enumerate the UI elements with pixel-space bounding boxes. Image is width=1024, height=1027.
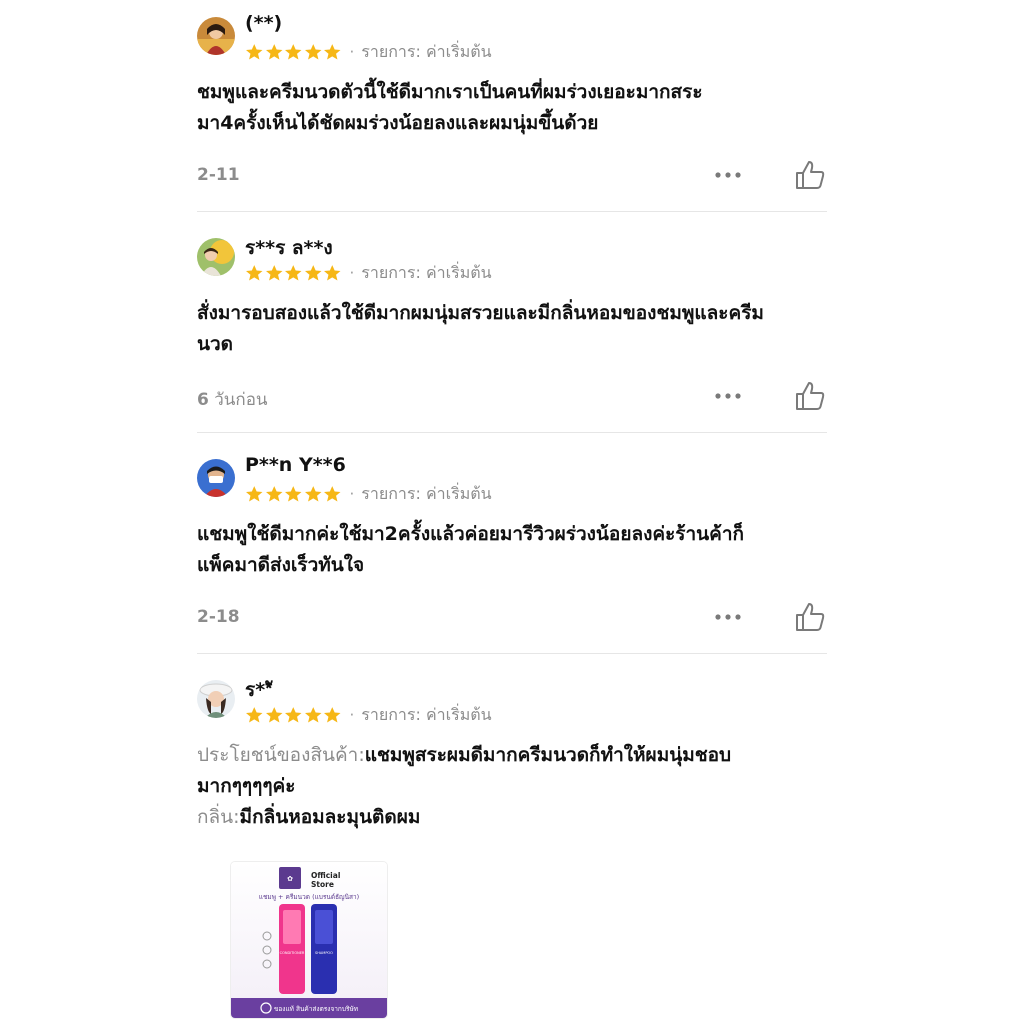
official-store-label: Official: [311, 871, 340, 880]
review-date: 2-11: [197, 165, 240, 185]
review-date-value: 2-11: [197, 165, 240, 185]
review-date-value: 2-18: [197, 607, 240, 627]
review-text-line: ประโยชน์ของสินค้า:แชมพูสระผมดีมากครีมนวด…: [197, 740, 827, 771]
review-date: 6 วันก่อน: [197, 386, 268, 413]
review-text-line: มา4ครั้งเห็นได้ชัดผมร่วงน้อยลงและผมนุ่มข…: [197, 112, 599, 134]
star-icon: [246, 485, 263, 502]
reviewer-username: P**n Y**6: [245, 454, 346, 476]
review-text-line: แพ็คมาดีส่งเร็วทันใจ: [197, 554, 365, 576]
variant-label: รายการ: ค่าเริ่มต้น: [361, 704, 492, 724]
star-icon: [304, 706, 321, 723]
review-text-line: สั่งมารอบสองแล้วใช้ดีมากผมนุ่มสรวยและมีก…: [197, 302, 764, 324]
star-icon: [265, 264, 282, 281]
star-icon: [304, 485, 321, 502]
svg-text:SHAMPOO: SHAMPOO: [315, 951, 333, 955]
svg-text:CONDITIONER: CONDITIONER: [280, 951, 305, 955]
reviewer-username: ร**ร ล**ง: [245, 237, 333, 259]
separator-dot: ·: [349, 43, 355, 61]
svg-text:ของแท้ สินค้าส่งตรงจากบริษัท: ของแท้ สินค้าส่งตรงจากบริษัท: [274, 1005, 358, 1013]
separator-dot: ·: [349, 706, 355, 724]
attribute-label: ประโยชน์ของสินค้า:: [197, 744, 365, 766]
star-icon: [324, 43, 341, 60]
star-icon: [246, 706, 263, 723]
review-date-suffix: วันก่อน: [208, 390, 268, 410]
star-rating: [245, 485, 342, 504]
review-text: แชมพูใช้ดีมากค่ะใช้มา2ครั้งแล้วค่อยมารีว…: [197, 519, 827, 581]
reviewer-avatar[interactable]: [197, 238, 235, 276]
star-icon: [285, 264, 302, 281]
star-icon: [304, 43, 321, 60]
attribute-value: แชมพูสระผมดีมากครีมนวดก็ทำให้ผมนุ่มชอบ: [364, 744, 732, 766]
review-list: (**) · รายการ: ค่าเริ่มต้น ชมพูและครีมนว…: [197, 0, 827, 1027]
star-icon: [265, 485, 282, 502]
more-options-icon[interactable]: [714, 391, 742, 401]
star-icon: [265, 43, 282, 60]
rating-row: · รายการ: ค่าเริ่มต้น: [245, 483, 492, 505]
reviewer-avatar[interactable]: [197, 680, 235, 718]
review-text: สั่งมารอบสองแล้วใช้ดีมากผมนุ่มสรวยและมีก…: [197, 298, 827, 360]
star-rating: [245, 706, 342, 725]
review-item: ร**ั · รายการ: ค่าเริ่มต้น ประโยชน์ของสิ…: [197, 654, 827, 1027]
variant-label: รายการ: ค่าเริ่มต้น: [361, 41, 492, 61]
review-text-line: แชมพูใช้ดีมากค่ะใช้มา2ครั้งแล้วค่อยมารีว…: [197, 523, 745, 545]
reviewer-avatar[interactable]: [197, 17, 235, 55]
review-item: ร**ร ล**ง · รายการ: ค่าเริ่มต้น สั่งมารอ…: [197, 212, 827, 433]
reviewer-username: ร**ั: [245, 679, 273, 701]
attribute-value: มีกลิ่นหอมละมุนติดผม: [239, 806, 421, 828]
separator-dot: ·: [349, 485, 355, 503]
svg-text:Store: Store: [311, 880, 334, 889]
svg-text:✿: ✿: [287, 875, 293, 883]
star-icon: [265, 706, 282, 723]
thumbs-up-icon[interactable]: [794, 380, 826, 412]
star-icon: [285, 485, 302, 502]
star-icon: [324, 264, 341, 281]
star-icon: [324, 485, 341, 502]
star-icon: [285, 43, 302, 60]
product-title: แชมพู + ครีมนวด (แบรนด์ธัญนิสา): [259, 893, 359, 901]
attribute-label: กลิ่น:: [197, 806, 240, 828]
variant-label: รายการ: ค่าเริ่มต้น: [361, 483, 492, 503]
star-rating: [245, 264, 342, 283]
star-rating: [245, 43, 342, 62]
review-photo[interactable]: ✿ Official Store แชมพู + ครีมนวด (แบรนด์…: [231, 862, 387, 1018]
variant-label: รายการ: ค่าเริ่มต้น: [361, 262, 492, 282]
review-text-line: ชมพูและครีมนวดตัวนี้ใช้ดีมากเราเป็นคนที่…: [197, 81, 703, 103]
more-options-icon[interactable]: [714, 612, 742, 622]
review-text: ประโยชน์ของสินค้า:แชมพูสระผมดีมากครีมนวด…: [197, 740, 827, 833]
rating-row: · รายการ: ค่าเริ่มต้น: [245, 704, 492, 726]
more-options-icon[interactable]: [714, 170, 742, 180]
star-icon: [324, 706, 341, 723]
review-text-line: กลิ่น:มีกลิ่นหอมละมุนติดผม: [197, 802, 827, 833]
review-text-line: มากๆๆๆๆค่ะ: [197, 775, 296, 797]
star-icon: [304, 264, 321, 281]
review-item: (**) · รายการ: ค่าเริ่มต้น ชมพูและครีมนว…: [197, 0, 827, 212]
reviewer-username: (**): [245, 12, 283, 34]
star-icon: [246, 43, 263, 60]
review-item: P**n Y**6 · รายการ: ค่าเริ่มต้น แชมพูใช้…: [197, 433, 827, 654]
review-date-value: 6: [197, 390, 209, 410]
reviewer-avatar[interactable]: [197, 459, 235, 497]
separator-dot: ·: [349, 264, 355, 282]
star-icon: [246, 264, 263, 281]
rating-row: · รายการ: ค่าเริ่มต้น: [245, 41, 492, 63]
rating-row: · รายการ: ค่าเริ่มต้น: [245, 262, 492, 284]
review-text: ชมพูและครีมนวดตัวนี้ใช้ดีมากเราเป็นคนที่…: [197, 77, 827, 139]
review-date: 2-18: [197, 607, 240, 627]
star-icon: [285, 706, 302, 723]
thumbs-up-icon[interactable]: [794, 601, 826, 633]
review-text-line: นวด: [197, 333, 233, 355]
thumbs-up-icon[interactable]: [794, 159, 826, 191]
